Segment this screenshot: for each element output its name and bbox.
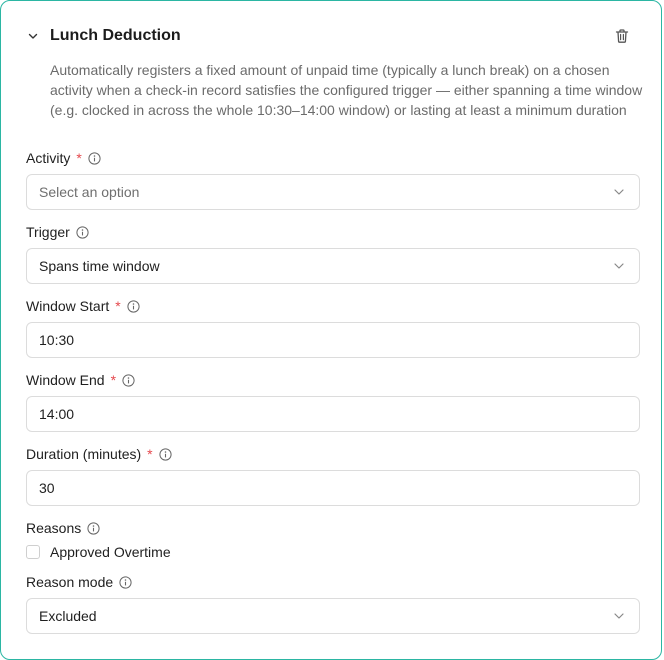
reason-mode-label: Reason mode — [26, 574, 114, 590]
section-title: Lunch Deduction — [50, 27, 181, 44]
info-icon[interactable] — [119, 575, 132, 589]
duration-value: 30 — [39, 480, 55, 496]
required-marker: * — [115, 298, 121, 314]
required-marker: * — [110, 372, 117, 388]
reason-mode-label-row: Reason mode — [26, 574, 132, 590]
info-icon[interactable] — [127, 299, 140, 313]
window-start-input[interactable]: 10:30 — [26, 322, 640, 358]
trigger-label: Trigger — [26, 224, 70, 240]
info-icon[interactable] — [87, 521, 100, 535]
approved-overtime-checkbox[interactable] — [26, 545, 40, 559]
info-icon[interactable] — [159, 447, 172, 461]
window-end-label-row: Window End * — [26, 372, 135, 388]
window-start-label: Window Start — [26, 298, 110, 314]
chevron-down-icon — [614, 189, 624, 195]
section-header: Lunch Deduction — [25, 23, 639, 49]
lunch-deduction-card: Lunch Deduction Automatically registers … — [0, 0, 662, 660]
collapse-chevron-down-icon[interactable] — [25, 28, 41, 44]
window-end-value: 14:00 — [39, 406, 75, 422]
window-end-label: Window End — [26, 372, 105, 388]
activity-select[interactable]: Select an option — [26, 174, 640, 210]
chevron-down-icon — [614, 263, 624, 269]
duration-input[interactable]: 30 — [26, 470, 640, 506]
trigger-select[interactable]: Spans time window — [26, 248, 640, 284]
activity-label-row: Activity * — [26, 150, 101, 166]
info-icon[interactable] — [88, 151, 101, 165]
reasons-label: Reasons — [26, 520, 82, 536]
activity-placeholder: Select an option — [39, 184, 140, 200]
required-marker: * — [76, 150, 82, 166]
trigger-value: Spans time window — [39, 258, 160, 274]
info-icon[interactable] — [122, 373, 135, 387]
approved-overtime-label[interactable]: Approved Overtime — [50, 544, 171, 560]
trigger-label-row: Trigger — [26, 224, 89, 240]
delete-trash-icon[interactable] — [613, 27, 631, 45]
section-description: Automatically registers a fixed amount o… — [50, 62, 643, 118]
reason-mode-value: Excluded — [39, 608, 97, 624]
duration-label: Duration (minutes) — [26, 446, 142, 462]
duration-label-row: Duration (minutes) * — [26, 446, 172, 462]
approved-overtime-option: Approved Overtime — [26, 543, 171, 561]
chevron-down-icon — [614, 613, 624, 619]
window-end-input[interactable]: 14:00 — [26, 396, 640, 432]
reasons-label-row: Reasons — [26, 520, 100, 536]
window-start-value: 10:30 — [39, 332, 75, 348]
activity-label: Activity — [26, 150, 71, 166]
reason-mode-select[interactable]: Excluded — [26, 598, 640, 634]
info-icon[interactable] — [76, 225, 89, 239]
required-marker: * — [147, 446, 153, 462]
window-start-label-row: Window Start * — [26, 298, 140, 314]
